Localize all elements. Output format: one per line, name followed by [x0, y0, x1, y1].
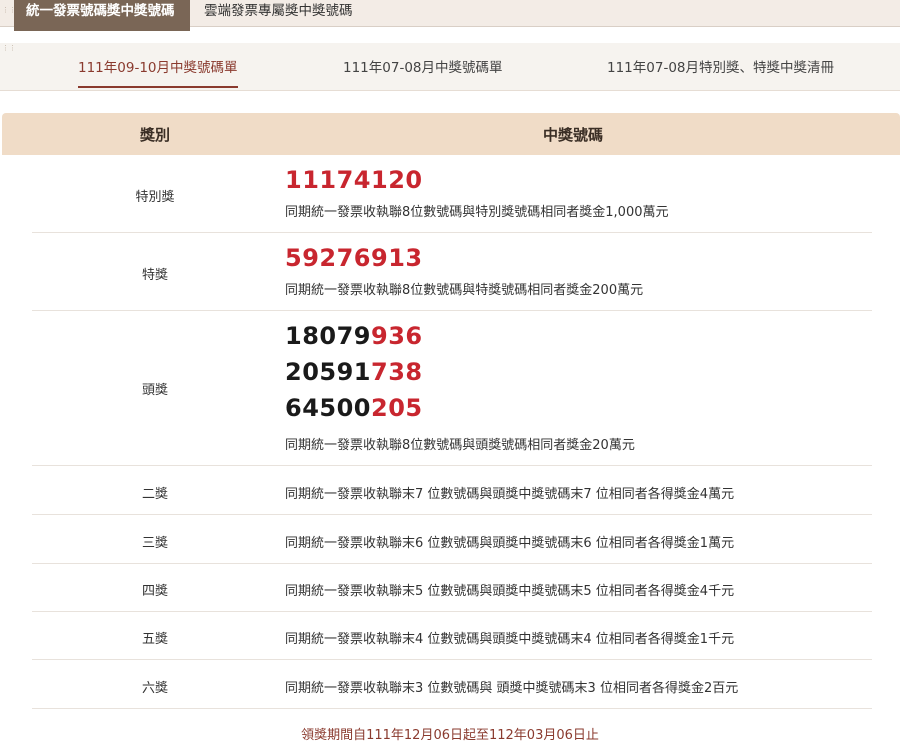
number-suffix: 936 [371, 322, 423, 350]
table-row: 五獎 同期統一發票收執聯末4 位數號碼與頭獎中獎號碼末4 位相同者各得獎金1千元 [32, 612, 872, 660]
claim-period-notice: 領獎期間自111年12月06日起至112年03月06日止 [301, 728, 599, 743]
prize-detail: 同期統一發票收執聯末3 位數號碼與 頭獎中獎號碼末3 位相同者各得獎金2百元 [285, 681, 739, 696]
prize-category: 特別獎 [135, 190, 175, 205]
table-row: 二獎 同期統一發票收執聯末7 位數號碼與頭獎中獎號碼末7 位相同者各得獎金4萬元 [32, 466, 872, 515]
prize-category: 頭獎 [141, 383, 168, 398]
number-prefix: 64500 [285, 394, 371, 422]
table-header: 獎別 中獎號碼 [2, 113, 900, 155]
top-tab-bar: ⋮⋮ 統一發票號碼獎中獎號碼 雲端發票專屬獎中獎號碼 [0, 0, 900, 31]
prize-category: 六獎 [141, 681, 168, 696]
winning-number: 64500205 [285, 394, 423, 422]
sub-tab-bar: ⋮⋮ 111年09-10月中獎號碼單 111年07-08月中獎號碼單 111年0… [0, 43, 900, 91]
prize-detail: 同期統一發票收執聯8位數號碼與特獎號碼相同者獎金200萬元 [285, 283, 644, 298]
prize-category: 四獎 [141, 584, 168, 599]
column-header-number: 中獎號碼 [543, 126, 604, 144]
prize-detail: 同期統一發票收執聯末7 位數號碼與頭獎中獎號碼末7 位相同者各得獎金4萬元 [285, 487, 735, 502]
table-row: 六獎 同期統一發票收執聯末3 位數號碼與 頭獎中獎號碼末3 位相同者各得獎金2百… [32, 660, 872, 709]
winning-number: 11174120 [285, 166, 423, 194]
tab-uniform-invoice-numbers[interactable]: 統一發票號碼獎中獎號碼 [14, 0, 190, 31]
drag-handle-icon: ⋮⋮ [2, 44, 16, 52]
table-row: 頭獎 18079936 20591738 64500205 同期統一發票收執聯8… [32, 311, 872, 466]
winning-number: 59276913 [285, 244, 423, 272]
prize-category: 三獎 [141, 536, 168, 551]
prize-detail: 同期統一發票收執聯8位數號碼與特別獎號碼相同者獎金1,000萬元 [285, 205, 669, 220]
prize-detail: 同期統一發票收執聯末4 位數號碼與頭獎中獎號碼末4 位相同者各得獎金1千元 [285, 632, 735, 647]
tab-previous-period[interactable]: 111年07-08月中獎號碼單 [343, 56, 503, 76]
tab-cloud-invoice-numbers[interactable]: 雲端發票專屬獎中獎號碼 [192, 0, 365, 31]
table-row: 特獎 59276913 同期統一發票收執聯8位數號碼與特獎號碼相同者獎金200萬… [32, 233, 872, 311]
table-row: 四獎 同期統一發票收執聯末5 位數號碼與頭獎中獎號碼末5 位相同者各得獎金4千元 [32, 564, 872, 612]
drag-handle-icon: ⋮⋮ [2, 6, 16, 14]
tab-special-prize-list[interactable]: 111年07-08月特別獎、特獎中獎清冊 [607, 56, 834, 76]
number-suffix: 205 [371, 394, 423, 422]
prize-category: 特獎 [141, 268, 168, 283]
number-suffix: 738 [371, 358, 423, 386]
winning-number: 18079936 [285, 322, 423, 350]
prize-detail: 同期統一發票收執聯末6 位數號碼與頭獎中獎號碼末6 位相同者各得獎金1萬元 [285, 536, 735, 551]
table-row: 三獎 同期統一發票收執聯末6 位數號碼與頭獎中獎號碼末6 位相同者各得獎金1萬元 [32, 515, 872, 564]
prize-detail: 同期統一發票收執聯末5 位數號碼與頭獎中獎號碼末5 位相同者各得獎金4千元 [285, 584, 735, 599]
column-header-category: 獎別 [140, 126, 171, 144]
table-row: 特別獎 11174120 同期統一發票收執聯8位數號碼與特別獎號碼相同者獎金1,… [32, 155, 872, 233]
prize-detail: 同期統一發票收執聯8位數號碼與頭獎號碼相同者獎金20萬元 [285, 438, 635, 453]
winning-number: 20591738 [285, 358, 423, 386]
number-prefix: 20591 [285, 358, 371, 386]
prize-category: 五獎 [141, 632, 168, 647]
number-prefix: 18079 [285, 322, 371, 350]
prize-category: 二獎 [141, 487, 168, 502]
tab-current-period[interactable]: 111年09-10月中獎號碼單 [78, 56, 238, 88]
